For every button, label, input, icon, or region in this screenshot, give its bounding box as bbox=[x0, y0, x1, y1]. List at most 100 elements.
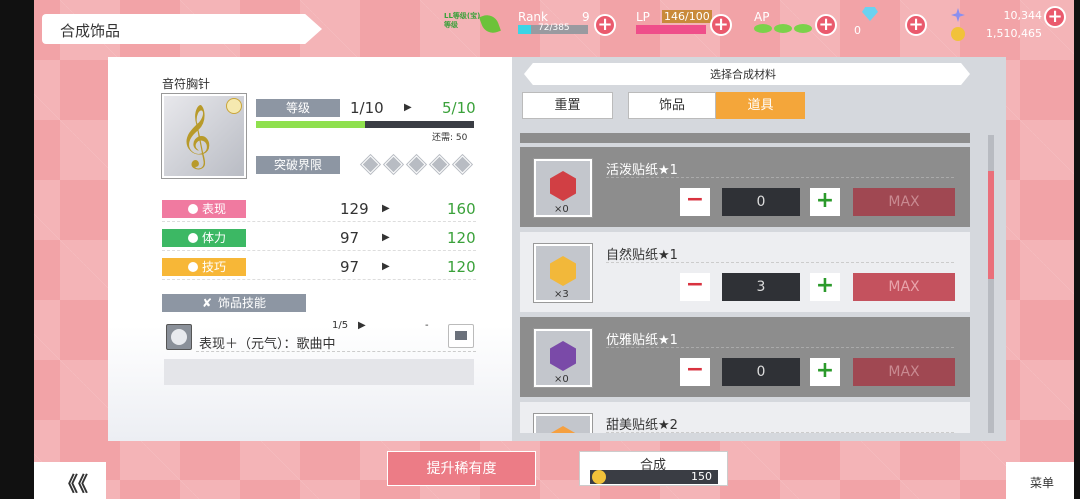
reset-button[interactable]: 重置 bbox=[522, 92, 613, 119]
sticker-emblem-icon bbox=[550, 171, 576, 201]
limit-break-diamond-icon bbox=[453, 155, 472, 174]
rank-add-button[interactable]: + bbox=[594, 14, 616, 36]
stat-next: 120 bbox=[447, 229, 476, 247]
rank-exp-fill bbox=[518, 25, 532, 34]
tab-item[interactable]: 道具 bbox=[716, 92, 805, 119]
name-underline bbox=[606, 432, 954, 433]
accessory-name: 音符胸针 bbox=[162, 77, 211, 91]
ll-level-badge[interactable]: LL等级(宝) 等级 bbox=[444, 11, 501, 38]
page-title-bar: 合成饰品 bbox=[42, 14, 322, 44]
level-current: 1/10 bbox=[350, 99, 384, 117]
quantity-field[interactable]: 0 bbox=[722, 358, 800, 386]
lp-label: LP bbox=[636, 10, 650, 24]
compose-button[interactable]: 合成 150 bbox=[579, 451, 728, 486]
stat-underline bbox=[162, 279, 476, 280]
rank-exp-text: 72/385 bbox=[538, 23, 570, 33]
owned-count: ×0 bbox=[554, 374, 569, 385]
owned-count: ×3 bbox=[554, 289, 569, 300]
stat-next: 120 bbox=[447, 258, 476, 276]
max-button[interactable]: MAX bbox=[853, 358, 955, 386]
material-item: ×3 自然贴纸★1 − 3 + MAX bbox=[520, 232, 970, 312]
sticker-icon[interactable]: ×0 bbox=[534, 159, 592, 217]
decrease-button[interactable]: − bbox=[680, 273, 710, 301]
compose-cost-bar: 150 bbox=[590, 470, 718, 484]
quantity-field[interactable]: 0 bbox=[722, 188, 800, 216]
materials-list: ×0 活泼贴纸★1 − 0 + MAX ×3 自然贴纸★1 − 3 + MAX … bbox=[512, 133, 982, 433]
lp-add-button[interactable]: + bbox=[710, 14, 732, 36]
name-underline bbox=[606, 262, 954, 263]
ap-add-button[interactable]: + bbox=[815, 14, 837, 36]
limit-break-diamond-icon bbox=[407, 155, 426, 174]
max-button[interactable]: MAX bbox=[853, 188, 955, 216]
increase-button[interactable]: + bbox=[810, 358, 840, 386]
limit-break-label: 突破界限 bbox=[256, 156, 340, 174]
level-label: 等级 bbox=[256, 99, 340, 117]
skill-section-label: ✘ 饰品技能 bbox=[162, 294, 306, 312]
compose-panel: 音符胸针 𝄞 等级 1/10 ▶ 5/10 还需: 50 突破界限 表现 129… bbox=[108, 57, 1006, 441]
currency-bottom: 1,510,465 bbox=[986, 27, 1042, 40]
speech-bubble-icon bbox=[455, 331, 467, 340]
wrench-icon: ✘ bbox=[201, 296, 213, 310]
sticker-emblem-icon bbox=[550, 426, 576, 433]
sticker-icon[interactable]: ×3 bbox=[534, 244, 592, 302]
materials-header-text: 选择合成材料 bbox=[710, 68, 776, 81]
sticker-icon[interactable]: ×0 bbox=[534, 329, 592, 387]
raise-rarity-button[interactable]: 提升稀有度 bbox=[387, 451, 536, 486]
left-screen-edge bbox=[0, 0, 34, 499]
decrease-button[interactable]: − bbox=[680, 358, 710, 386]
stat-underline bbox=[162, 221, 476, 222]
currency-top: 10,344 bbox=[1003, 9, 1043, 22]
material-name: 活泼贴纸★1 bbox=[606, 163, 678, 178]
increase-button[interactable]: + bbox=[810, 188, 840, 216]
currency-add-button[interactable]: + bbox=[1044, 6, 1066, 28]
skill-detail-button[interactable] bbox=[448, 324, 474, 348]
heart-icon bbox=[188, 233, 198, 243]
scrollbar-track[interactable] bbox=[988, 135, 994, 433]
rarity-badge-icon bbox=[226, 98, 242, 114]
stat-label: 表现 bbox=[162, 200, 246, 218]
ap-leaf-icon bbox=[754, 24, 772, 33]
stat-current: 97 bbox=[340, 229, 360, 247]
name-underline bbox=[606, 347, 954, 348]
stat-label: 体力 bbox=[162, 229, 246, 247]
skill-description: 表现＋（元气）：歌曲中 bbox=[199, 337, 336, 352]
right-screen-edge bbox=[1074, 0, 1080, 499]
stat-underline bbox=[162, 250, 476, 251]
material-item: ×0 活泼贴纸★1 − 0 + MAX bbox=[520, 147, 970, 227]
skill-dash: - bbox=[425, 320, 429, 331]
lp-bar bbox=[636, 25, 706, 34]
scrollbar-thumb[interactable] bbox=[988, 171, 994, 279]
ap-display: AP bbox=[752, 8, 814, 36]
max-button[interactable]: MAX bbox=[853, 273, 955, 301]
ap-leaf-icon bbox=[794, 24, 812, 33]
level-remaining: 还需: 50 bbox=[432, 133, 468, 143]
skill-arrow-icon: ▶ bbox=[358, 320, 366, 331]
material-item: 甜美贴纸★2 bbox=[520, 402, 970, 433]
materials-pane: 选择合成材料 重置 饰品 道具 ×0 活泼贴纸★1 − 0 + MAX ×3 自… bbox=[512, 57, 1006, 441]
lp-display: LP 146/100 bbox=[634, 8, 712, 36]
sticker-icon[interactable] bbox=[534, 414, 592, 433]
treble-clef-icon: 𝄞 bbox=[180, 104, 212, 167]
arrow-icon: ▶ bbox=[382, 203, 390, 214]
arrow-icon: ▶ bbox=[382, 261, 390, 272]
menu-button[interactable]: 菜单 bbox=[1006, 462, 1074, 499]
increase-button[interactable]: + bbox=[810, 273, 840, 301]
material-item: ×0 优雅贴纸★1 − 0 + MAX bbox=[520, 317, 970, 397]
list-top-strip bbox=[520, 133, 970, 143]
quantity-field[interactable]: 3 bbox=[722, 273, 800, 301]
tab-accessory[interactable]: 饰品 bbox=[628, 92, 716, 119]
accessory-portrait[interactable]: 𝄞 bbox=[162, 94, 246, 178]
skill-level: 1/5 bbox=[332, 320, 349, 331]
rank-label: Rank bbox=[518, 10, 548, 24]
smile-icon bbox=[171, 329, 187, 345]
stat-current: 129 bbox=[340, 200, 369, 218]
owned-count: ×0 bbox=[554, 204, 569, 215]
level-progress-bar bbox=[256, 121, 474, 128]
gem-add-button[interactable]: + bbox=[905, 14, 927, 36]
level-next: 5/10 bbox=[442, 99, 476, 117]
back-button[interactable]: 《《 bbox=[34, 462, 106, 499]
stat-label: 技巧 bbox=[162, 258, 246, 276]
decrease-button[interactable]: − bbox=[680, 188, 710, 216]
skill-underline bbox=[196, 351, 476, 352]
rank-level: 9 bbox=[582, 10, 590, 24]
